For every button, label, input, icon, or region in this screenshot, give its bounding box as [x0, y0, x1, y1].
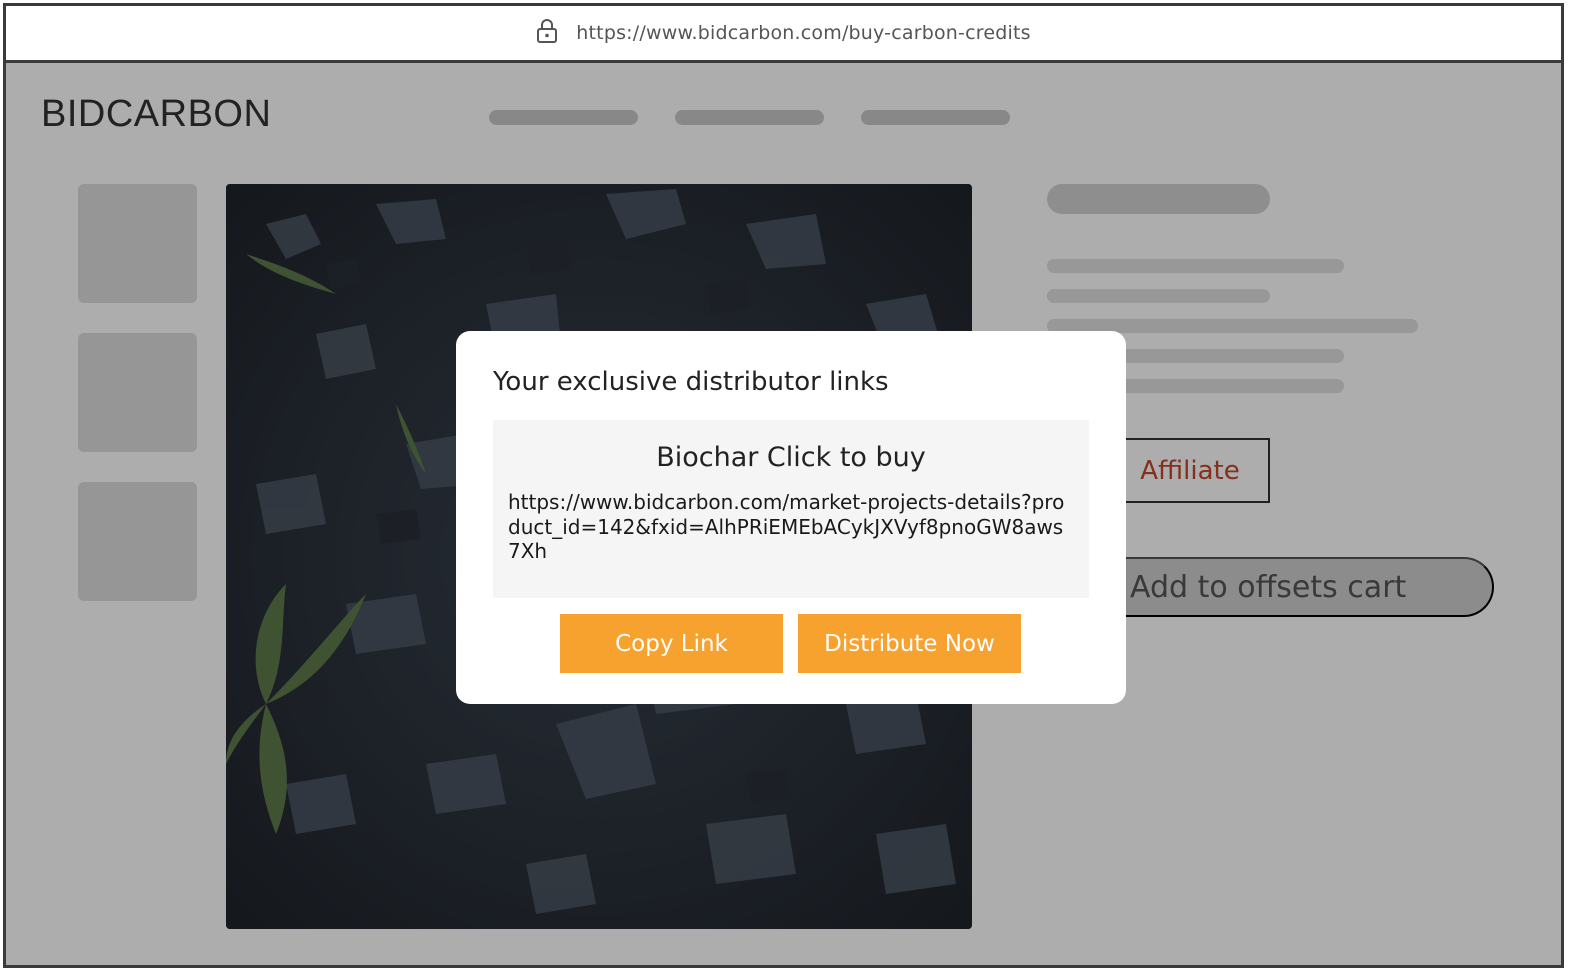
- browser-window: https://www.bidcarbon.com/buy-carbon-cre…: [3, 3, 1564, 968]
- url-text[interactable]: https://www.bidcarbon.com/buy-carbon-cre…: [576, 22, 1030, 44]
- modal-title: Your exclusive distributor links: [493, 367, 889, 397]
- link-box: Biochar Click to buy https://www.bidcarb…: [493, 420, 1089, 598]
- distributor-links-modal: Your exclusive distributor links Biochar…: [456, 331, 1126, 704]
- address-bar[interactable]: https://www.bidcarbon.com/buy-carbon-cre…: [6, 6, 1561, 63]
- distributor-link-url[interactable]: https://www.bidcarbon.com/market-project…: [508, 490, 1074, 564]
- copy-link-button[interactable]: Copy Link: [560, 614, 783, 673]
- distribute-now-button[interactable]: Distribute Now: [798, 614, 1021, 673]
- lock-icon: [537, 19, 558, 43]
- link-heading: Biochar Click to buy: [656, 442, 926, 473]
